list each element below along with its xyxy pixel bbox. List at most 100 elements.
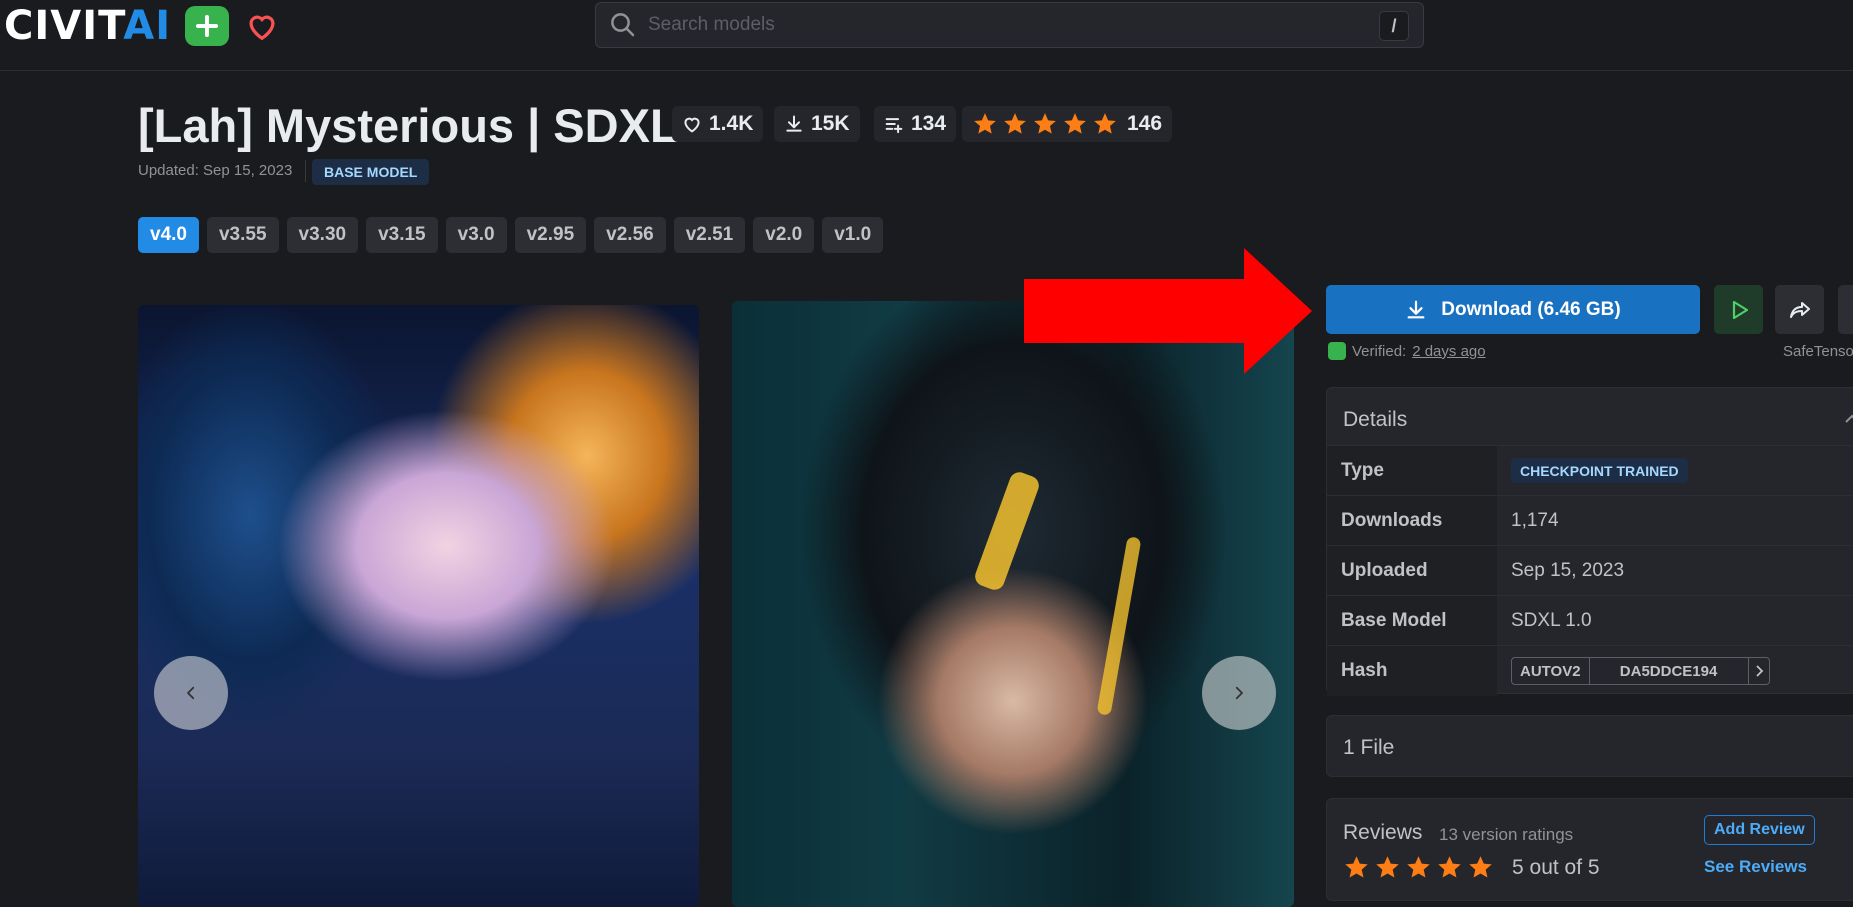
hash-value[interactable]: DA5DDCE194 — [1590, 658, 1748, 684]
version-tab[interactable]: v4.0 — [138, 217, 199, 253]
details-value: Sep 15, 2023 — [1511, 559, 1625, 581]
see-reviews-link[interactable]: See Reviews — [1704, 857, 1807, 877]
details-row-uploaded: Uploaded Sep 15, 2023 — [1327, 546, 1853, 596]
star-icon — [974, 113, 996, 134]
logo-text-accent: AI — [123, 3, 172, 49]
verified-time[interactable]: 2 days ago — [1412, 343, 1485, 360]
star-icon — [1376, 856, 1399, 878]
carousel-prev-button[interactable] — [154, 656, 228, 730]
hash-algorithm[interactable]: AUTOV2 — [1512, 658, 1590, 684]
star-icon — [1469, 856, 1492, 878]
image-highlight — [1096, 536, 1142, 716]
search-icon — [611, 13, 635, 37]
more-options-button[interactable] — [1838, 285, 1853, 334]
details-label: Downloads — [1327, 496, 1497, 545]
details-card: Details Type CHECKPOINT TRAINED Download… — [1326, 387, 1853, 696]
gallery-image-2[interactable] — [732, 301, 1294, 907]
details-row-base-model: Base Model SDXL 1.0 — [1327, 596, 1853, 646]
hash-selector[interactable]: AUTOV2 DA5DDCE194 — [1511, 657, 1770, 685]
logo-wordmark[interactable]: CIVITAI — [4, 6, 171, 46]
divider — [305, 160, 306, 182]
review-stars — [1343, 854, 1494, 881]
reviews-card: Reviews 13 version ratings 5 out of 5 Ad… — [1326, 798, 1853, 901]
civitai-logo[interactable]: CIVITAI — [4, 6, 281, 46]
verified-icon — [1328, 342, 1346, 360]
file-format-label: SafeTenso — [1783, 343, 1853, 360]
star-icon — [1407, 856, 1430, 878]
files-card[interactable]: 1 File — [1326, 715, 1853, 777]
version-tab[interactable]: v2.51 — [673, 217, 746, 253]
heart-icon — [684, 117, 700, 133]
chevron-right-icon[interactable] — [1747, 658, 1769, 684]
chevron-left-icon — [187, 686, 195, 700]
create-plus-icon[interactable] — [185, 6, 230, 46]
details-label: Uploaded — [1327, 546, 1497, 595]
details-value: 1,174 — [1511, 509, 1559, 531]
version-tab[interactable]: v2.0 — [753, 217, 815, 253]
playlist-add-icon — [885, 118, 903, 133]
reviews-count: 13 version ratings — [1439, 825, 1574, 844]
rating-stars — [972, 111, 1118, 137]
version-tab[interactable]: v3.30 — [286, 217, 359, 253]
version-tab[interactable]: v3.15 — [366, 217, 438, 253]
logo-text-main: CIVIT — [4, 3, 124, 49]
model-type-badge: CHECKPOINT TRAINED — [1511, 458, 1688, 483]
play-icon — [1732, 300, 1748, 319]
add-review-button[interactable]: Add Review — [1704, 815, 1815, 845]
details-heading[interactable]: Details — [1343, 408, 1407, 432]
rating-count: 146 — [1127, 112, 1163, 135]
run-button[interactable] — [1714, 285, 1763, 334]
details-row-hash: Hash AUTOV2 DA5DDCE194 — [1327, 646, 1853, 696]
chevron-right-icon — [1235, 686, 1243, 700]
base-model-badge: BASE MODEL — [312, 159, 430, 185]
downloads-count: 15K — [811, 112, 850, 135]
files-heading[interactable]: 1 File — [1343, 736, 1394, 760]
search-shortcut-key: / — [1379, 11, 1409, 41]
version-tab[interactable]: v2.56 — [594, 217, 666, 253]
verified-label: Verified: — [1352, 342, 1407, 360]
version-tab[interactable]: v3.0 — [445, 217, 507, 253]
downloads-stat: 15K — [774, 106, 860, 142]
download-button[interactable]: Download (6.46 GB) — [1326, 285, 1700, 334]
details-row-type: Type CHECKPOINT TRAINED — [1327, 446, 1853, 496]
download-icon — [1407, 300, 1425, 318]
version-tab[interactable]: v3.55 — [206, 217, 279, 253]
details-label: Type — [1327, 446, 1497, 495]
image-highlight — [972, 469, 1042, 593]
search-input[interactable]: Search models — [648, 14, 775, 36]
share-button[interactable] — [1775, 285, 1824, 334]
details-label: Base Model — [1327, 596, 1497, 645]
verified-status: Verified: 2 days ago — [1328, 342, 1486, 360]
details-label: Hash — [1327, 646, 1497, 696]
download-label: Download (6.46 GB) — [1441, 298, 1621, 320]
support-heart-icon[interactable] — [243, 8, 281, 44]
carousel-next-button[interactable] — [1202, 656, 1276, 730]
gallery-image-1[interactable] — [138, 305, 699, 907]
model-title: [Lah] Mysterious | SDXL — [138, 99, 679, 152]
star-icon — [1438, 856, 1461, 878]
details-row-downloads: Downloads 1,174 — [1327, 496, 1853, 546]
star-icon — [1345, 856, 1368, 878]
star-icon — [1004, 113, 1026, 134]
star-icon — [1064, 113, 1086, 134]
collections-stat: 134 — [874, 106, 957, 142]
reviews-heading: Reviews — [1343, 821, 1423, 844]
download-icon — [786, 115, 802, 132]
red-arrow-annotation — [1024, 248, 1312, 374]
likes-stat[interactable]: 1.4K — [672, 106, 764, 142]
star-icon — [1094, 113, 1116, 134]
version-tab[interactable]: v2.95 — [514, 217, 587, 253]
collections-count: 134 — [911, 112, 947, 135]
star-icon — [1034, 113, 1056, 134]
top-header: CIVITAI Search models / — [0, 0, 1853, 71]
details-value: SDXL 1.0 — [1511, 609, 1592, 631]
review-score: 5 out of 5 — [1512, 856, 1600, 879]
rating-stat[interactable]: 146 — [962, 106, 1173, 142]
chevron-up-icon[interactable] — [1845, 414, 1853, 424]
likes-count: 1.4K — [709, 112, 754, 135]
details-table: Type CHECKPOINT TRAINED Downloads 1,174 … — [1327, 445, 1853, 696]
version-tabs: v4.0 v3.55 v3.30 v3.15 v3.0 v2.95 v2.56 v2.51 v2… — [138, 217, 884, 253]
version-tab[interactable]: v1.0 — [822, 217, 884, 253]
search-bar[interactable]: Search models / — [595, 2, 1424, 48]
updated-date: Updated: Sep 15, 2023 — [138, 162, 293, 179]
